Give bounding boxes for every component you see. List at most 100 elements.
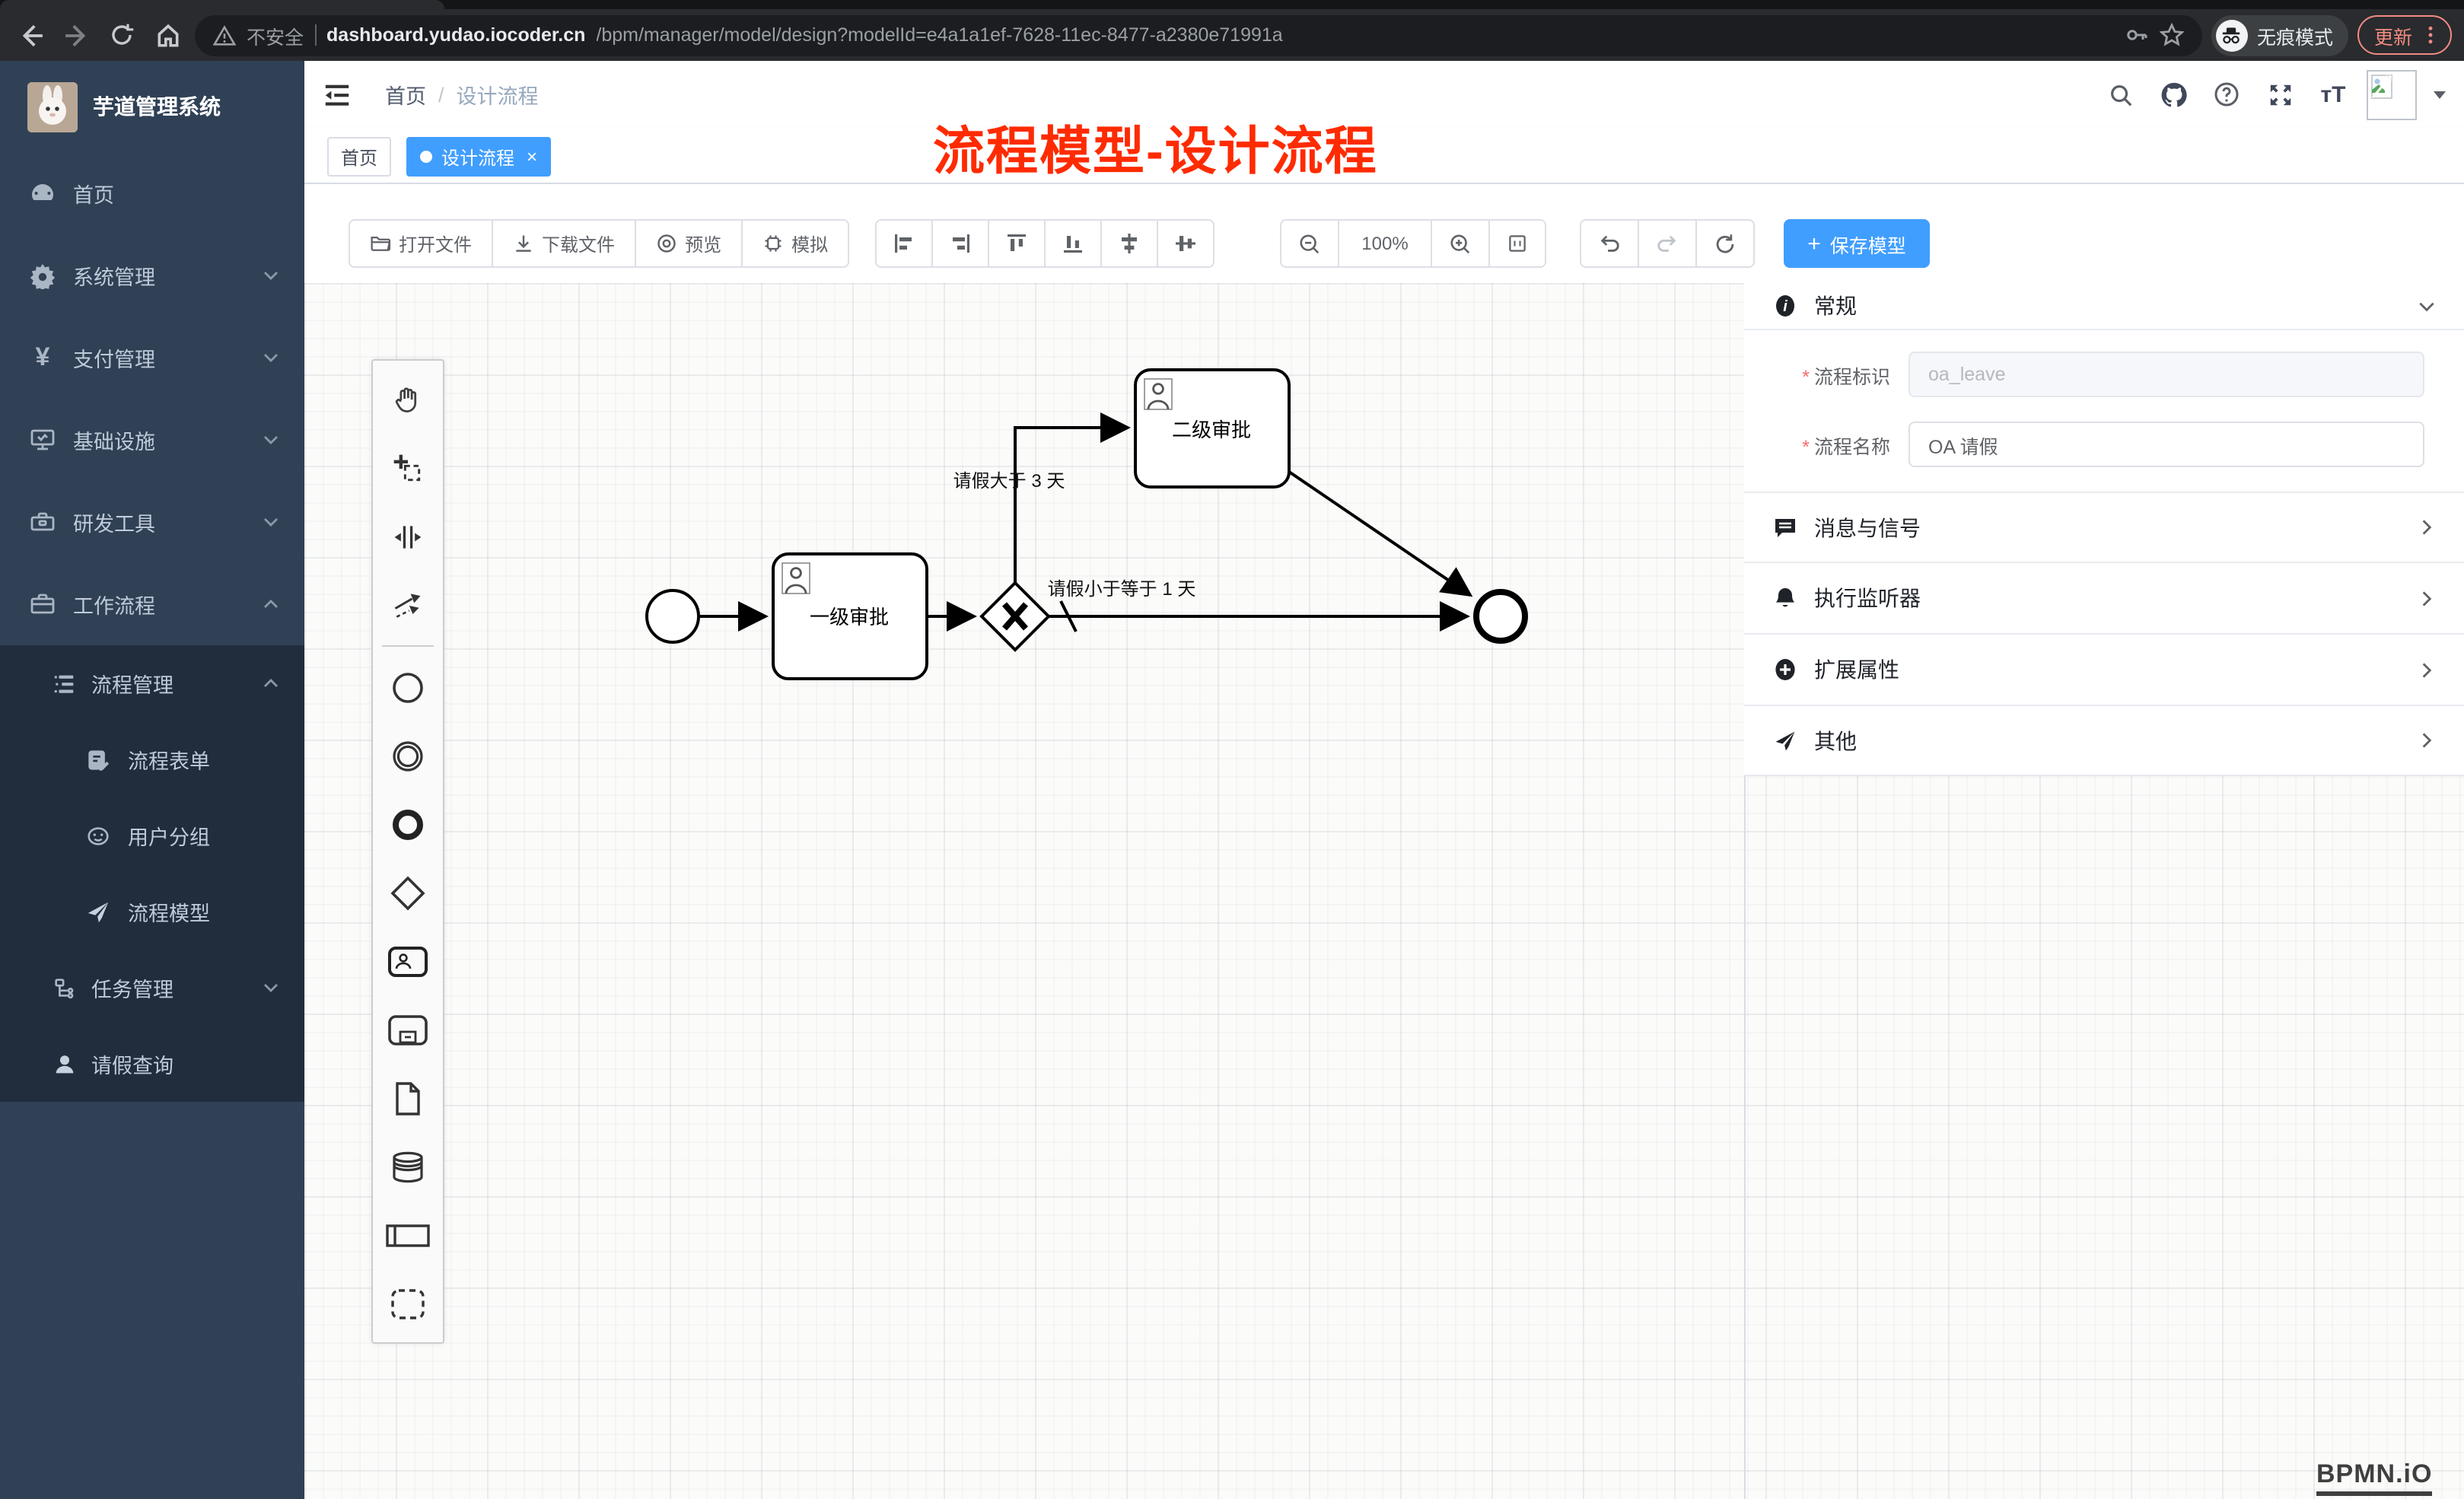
- zoom-level[interactable]: 100%: [1338, 219, 1432, 268]
- user-task-level2[interactable]: 二级审批: [1135, 370, 1289, 487]
- yen-icon: ¥: [27, 342, 58, 373]
- redo-button[interactable]: [1638, 219, 1697, 268]
- chevron-down-icon[interactable]: [2417, 296, 2437, 316]
- process-name-input[interactable]: [1908, 422, 2424, 467]
- exclusive-gateway[interactable]: [982, 583, 1049, 650]
- app-title: 芋道管理系统: [93, 91, 221, 122]
- open-file-button[interactable]: 打开文件: [349, 219, 493, 268]
- user-task-level1[interactable]: 一级审批: [773, 554, 927, 679]
- chevron-right-icon[interactable]: [2417, 730, 2437, 750]
- caret-down-icon[interactable]: [2431, 85, 2449, 103]
- annotation-title: 流程模型-设计流程: [933, 110, 1378, 184]
- plus-circle-icon: [1772, 657, 1799, 682]
- app-root: 不安全 dashboard.yudao.iocoder.cn /bpm/mana…: [0, 0, 2464, 1499]
- search-icon[interactable]: [2100, 75, 2140, 114]
- help-icon[interactable]: [2207, 75, 2246, 114]
- sidebar-item-label: 流程管理: [91, 668, 173, 699]
- flow-label-gt3: 请假大于 3 天: [953, 471, 1065, 492]
- align-center-vertical-button[interactable]: [1100, 219, 1158, 268]
- security-warning-icon[interactable]: [213, 24, 236, 46]
- restart-button[interactable]: [1695, 219, 1755, 268]
- sidebar-item-label: 研发工具: [73, 507, 155, 537]
- section-execution-listener[interactable]: 执行监听器: [1744, 563, 2464, 635]
- section-messages-signals[interactable]: 消息与信号: [1744, 493, 2464, 563]
- properties-panel: i 常规 *流程标识 *流程名称 消息与信号: [1744, 283, 2464, 776]
- sidebar-item-process-mgmt[interactable]: 流程管理: [0, 645, 304, 721]
- section-other[interactable]: 其他: [1744, 706, 2464, 776]
- security-label[interactable]: 不安全: [247, 21, 304, 49]
- sidebar-item-process-model[interactable]: 流程模型: [0, 874, 304, 950]
- sidebar-collapse-icon[interactable]: [323, 80, 352, 109]
- sidebar-item-devtools[interactable]: 研发工具: [0, 481, 304, 563]
- chevron-right-icon[interactable]: [2417, 588, 2437, 608]
- sidebar-item-infra[interactable]: 基础设施: [0, 399, 304, 481]
- download-file-button[interactable]: 下载文件: [492, 219, 636, 268]
- key-icon[interactable]: [2125, 23, 2149, 47]
- breadcrumb-home[interactable]: 首页: [385, 79, 426, 110]
- url-host[interactable]: dashboard.yudao.iocoder.cn: [326, 24, 585, 46]
- update-label[interactable]: 更新: [2374, 21, 2412, 49]
- undo-button[interactable]: [1580, 219, 1639, 268]
- avatar[interactable]: [2367, 69, 2417, 119]
- back-icon[interactable]: [12, 17, 49, 53]
- tab-design-process[interactable]: 设计流程 ×: [406, 137, 551, 177]
- start-event[interactable]: [647, 590, 699, 642]
- zoom-out-button[interactable]: [1280, 219, 1339, 268]
- align-center-horizontal-button[interactable]: [1157, 219, 1214, 268]
- process-key-input[interactable]: [1908, 352, 2424, 397]
- list-tree-icon: [49, 670, 79, 696]
- align-bottom-button[interactable]: [1044, 219, 1102, 268]
- align-right-button[interactable]: [931, 219, 989, 268]
- sidebar-item-label: 支付管理: [73, 342, 155, 373]
- main-area: 首页 / 设计流程 тT 首页 设: [304, 61, 2464, 1499]
- url-path[interactable]: /bpm/manager/model/design?modelId=e4a1a1…: [596, 24, 2114, 46]
- simulate-button[interactable]: 模拟: [741, 219, 849, 268]
- update-button[interactable]: 更新: [2357, 15, 2452, 55]
- reload-icon[interactable]: [103, 17, 140, 53]
- fit-viewport-button[interactable]: [1488, 219, 1546, 268]
- designer-toolbar: 打开文件 下载文件 预览 模拟 100%: [304, 184, 2464, 283]
- sidebar-logo[interactable]: 芋道管理系统: [0, 61, 304, 152]
- close-tab-icon[interactable]: ×: [527, 146, 537, 167]
- section-extended-attributes[interactable]: 扩展属性: [1744, 635, 2464, 706]
- sidebar-item-payment[interactable]: ¥ 支付管理: [0, 317, 304, 399]
- sidebar-item-leave-query[interactable]: 请假查询: [0, 1026, 304, 1102]
- address-bar[interactable]: 不安全 dashboard.yudao.iocoder.cn /bpm/mana…: [195, 14, 2202, 56]
- process-name-label: *流程名称: [1744, 430, 1890, 459]
- preview-button[interactable]: 预览: [635, 219, 743, 268]
- forward-icon[interactable]: [58, 17, 94, 53]
- zoom-in-button[interactable]: [1431, 219, 1490, 268]
- bpmn-io-logo[interactable]: BPMN.iO: [2316, 1459, 2432, 1496]
- sequence-flow-to-end[interactable]: [1289, 472, 1470, 595]
- sequence-flow-gt3[interactable]: [1015, 428, 1128, 583]
- align-top-button[interactable]: [988, 219, 1046, 268]
- sidebar-item-process-form[interactable]: 流程表单: [0, 721, 304, 797]
- task-tree-icon: [49, 975, 79, 1001]
- sidebar-item-task-mgmt[interactable]: 任务管理: [0, 950, 304, 1026]
- save-model-button[interactable]: + 保存模型: [1784, 219, 1930, 268]
- tab-home[interactable]: 首页: [327, 137, 391, 177]
- sidebar-item-user-group[interactable]: 用户分组: [0, 797, 304, 874]
- section-general[interactable]: i 常规: [1744, 283, 2464, 330]
- chevron-right-icon[interactable]: [2417, 660, 2437, 679]
- align-left-button[interactable]: [875, 219, 933, 268]
- required-mark: *: [1802, 436, 1810, 457]
- bookmark-star-icon[interactable]: [2160, 23, 2184, 47]
- general-form: *流程标识 *流程名称: [1744, 330, 2464, 493]
- home-icon[interactable]: [149, 17, 186, 53]
- sidebar-item-system[interactable]: 系统管理: [0, 234, 304, 317]
- incognito-label: 无痕模式: [2257, 21, 2333, 49]
- font-size-icon[interactable]: тT: [2313, 75, 2353, 114]
- end-event[interactable]: [1476, 592, 1525, 641]
- fullscreen-icon[interactable]: [2260, 75, 2300, 114]
- sidebar-item-home[interactable]: 首页: [0, 152, 304, 234]
- github-icon[interactable]: [2154, 75, 2193, 114]
- menu-dots-icon[interactable]: [2420, 24, 2441, 46]
- process-name-field-row: *流程名称: [1744, 422, 2464, 467]
- sidebar-item-workflow[interactable]: 工作流程: [0, 563, 304, 645]
- user-icon: [49, 1051, 79, 1077]
- section-title: 消息与信号: [1814, 512, 1921, 543]
- chevron-right-icon[interactable]: [2417, 517, 2437, 537]
- browser-tab[interactable]: [0, 0, 444, 9]
- sidebar-item-label: 首页: [73, 178, 114, 208]
